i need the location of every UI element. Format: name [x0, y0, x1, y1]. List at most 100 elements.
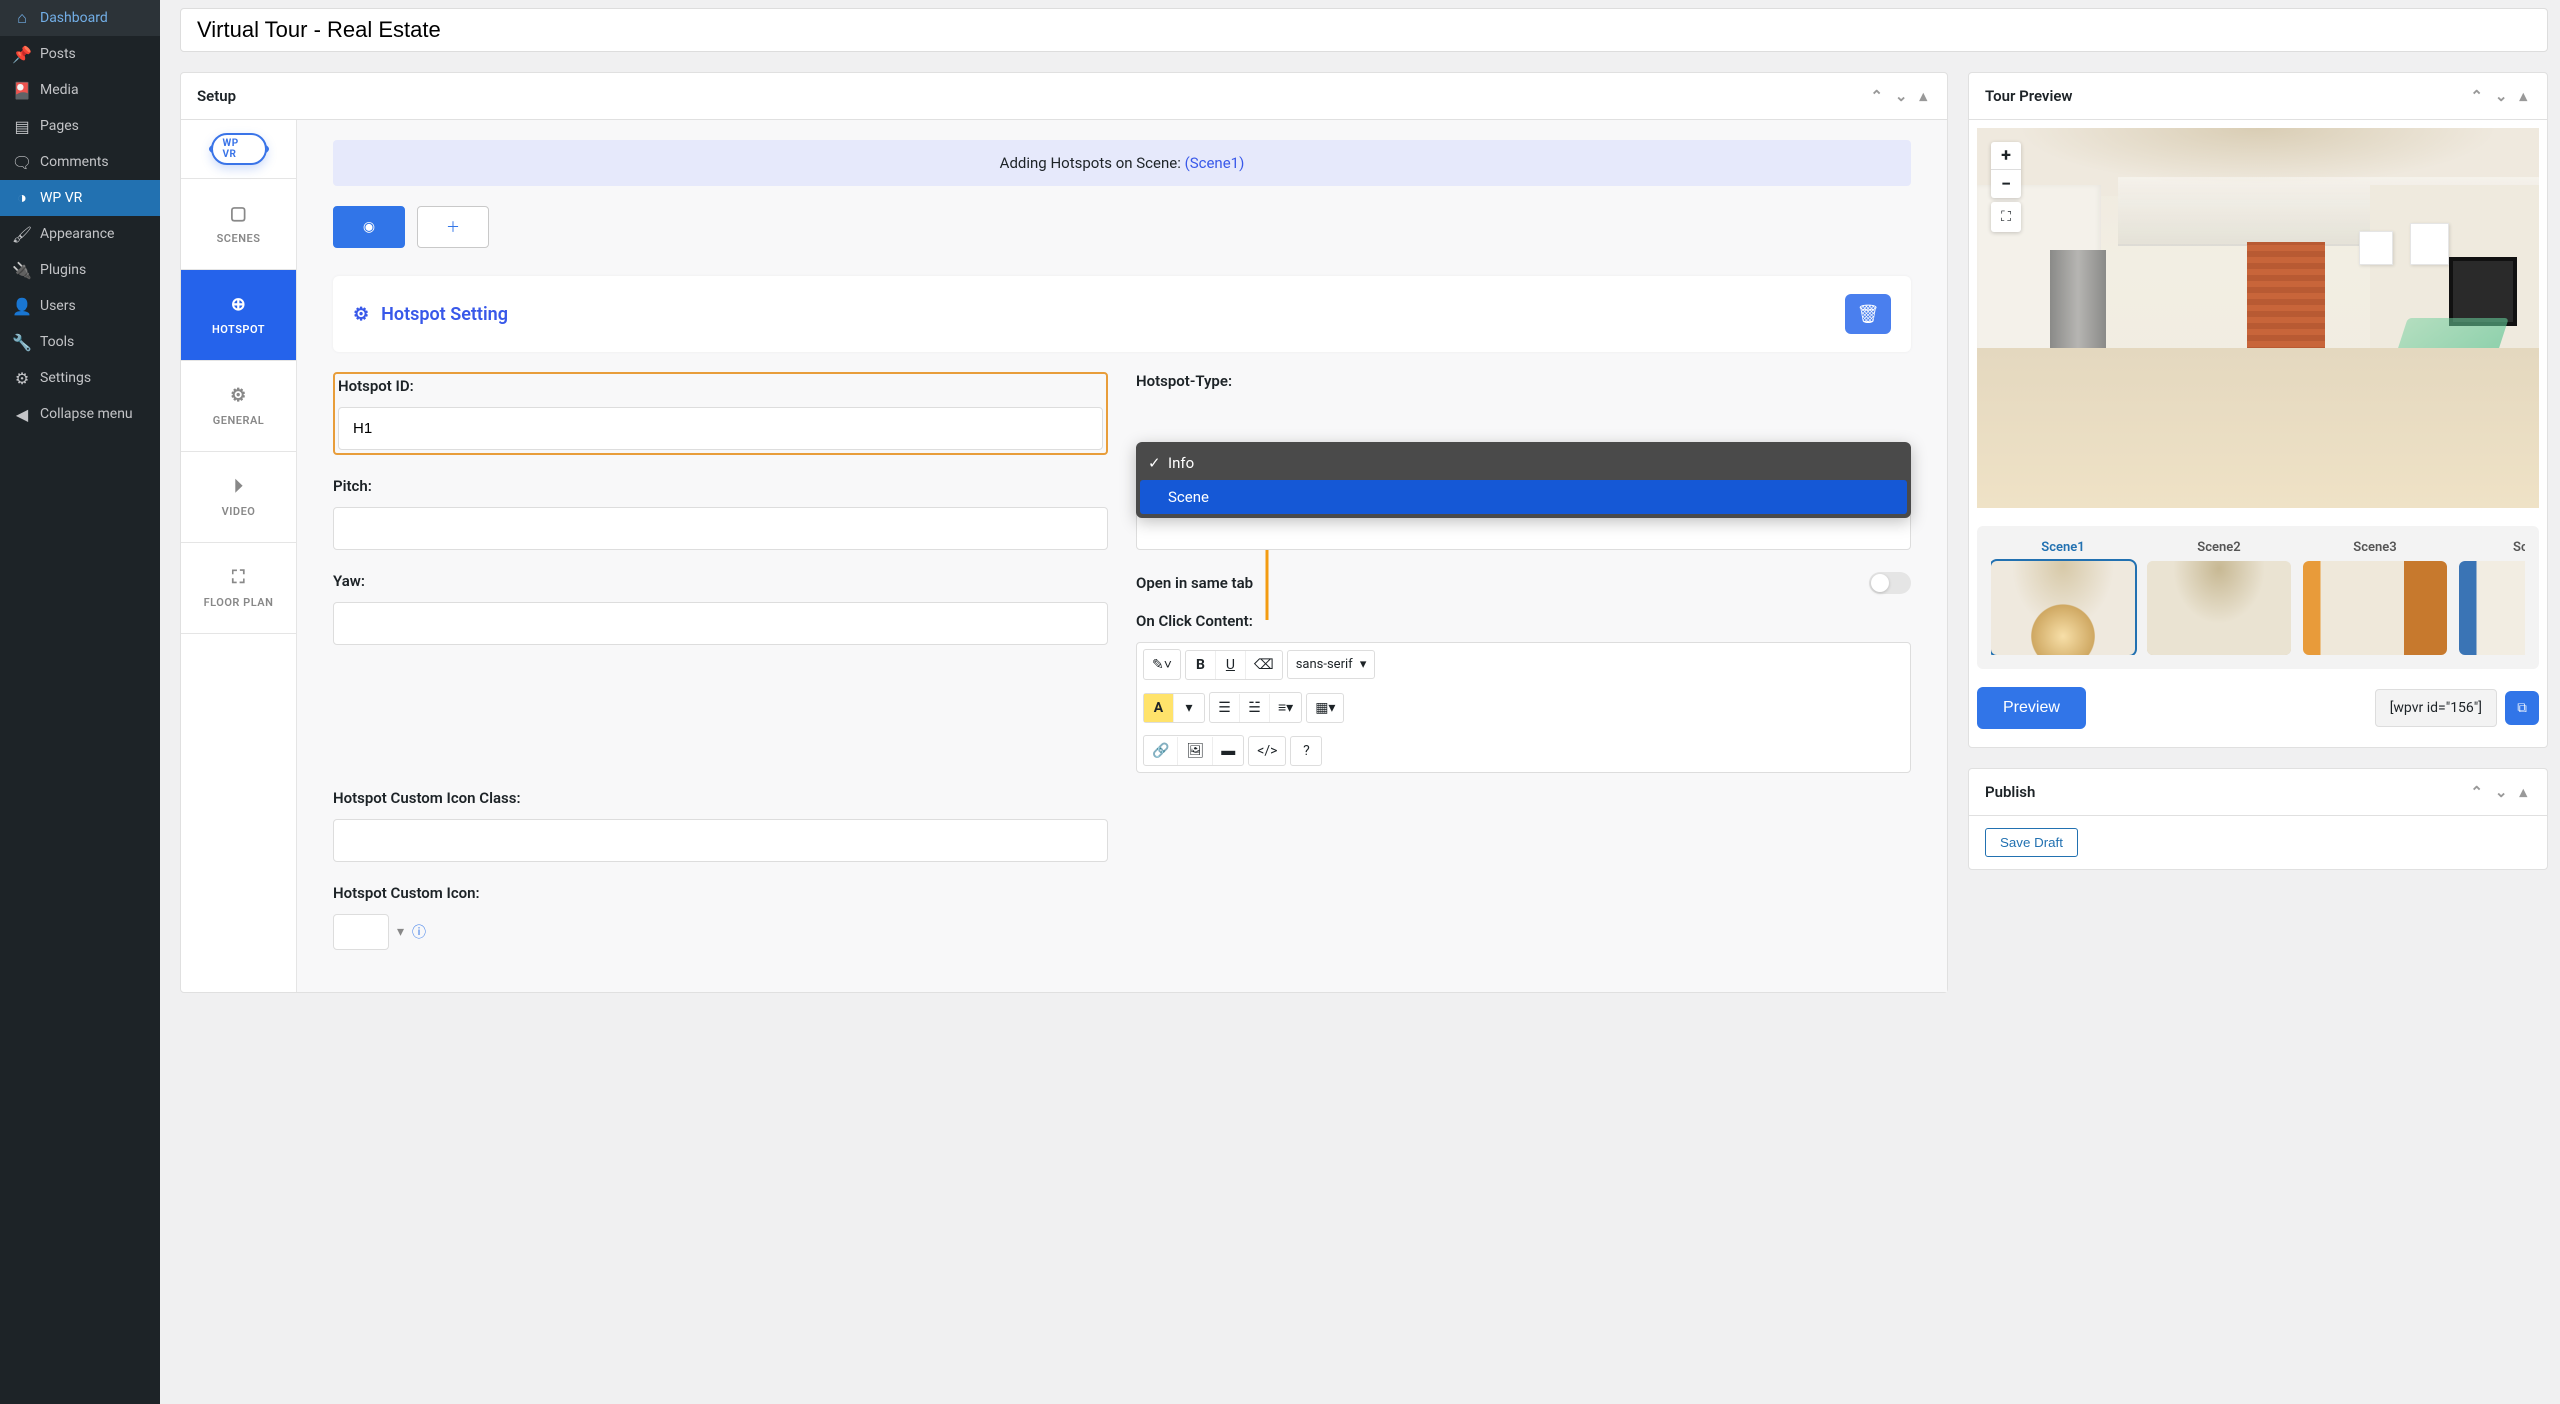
panel-up-icon[interactable]: ⌃: [2466, 85, 2487, 107]
panel-down-icon[interactable]: ⌄: [1891, 85, 1912, 107]
hotspot-type-label: Hotspot-Type:: [1136, 372, 1911, 390]
rich-text-editor: ✎˅ B U ⌫ sans-serif ▾: [1136, 642, 1911, 773]
panel-down-icon[interactable]: ⌄: [2491, 781, 2512, 803]
hotspot-id-label: Hotspot ID:: [338, 377, 1103, 395]
code-button[interactable]: </>: [1249, 737, 1285, 765]
nav-plugins[interactable]: 🔌Plugins: [0, 252, 160, 288]
zoom-in-button[interactable]: +: [1991, 142, 2021, 170]
zoom-out-button[interactable]: −: [1991, 170, 2021, 198]
panorama-viewer[interactable]: + − ⛶: [1977, 128, 2539, 508]
panel-toggle-icon[interactable]: ▴: [2515, 85, 2531, 107]
pitch-input[interactable]: [333, 507, 1108, 550]
copy-shortcode-button[interactable]: ⧉: [2505, 691, 2539, 725]
tour-preview-title: Tour Preview: [1985, 87, 2072, 105]
user-icon: 👤: [12, 296, 32, 316]
scene-banner: Adding Hotspots on Scene: (Scene1): [333, 140, 1911, 186]
delete-hotspot-button[interactable]: 🗑: [1845, 294, 1891, 334]
collapse-icon: ◀: [12, 404, 32, 424]
dropdown-option-info[interactable]: Info: [1140, 446, 1907, 480]
scene-thumb-3[interactable]: Scene3: [2303, 540, 2447, 655]
nav-users[interactable]: 👤Users: [0, 288, 160, 324]
tab-scenes[interactable]: ▢ SCENES: [181, 179, 296, 270]
pin-icon: 📌: [12, 44, 32, 64]
comments-icon: 🗨: [12, 152, 32, 172]
gear-icon: ⚙: [12, 368, 32, 388]
info-icon[interactable]: ⓘ: [412, 922, 426, 942]
scene-thumb-1[interactable]: Scene1: [1991, 540, 2135, 655]
panel-down-icon[interactable]: ⌄: [2491, 85, 2512, 107]
open-same-tab-toggle[interactable]: [1869, 572, 1911, 594]
scene-label: Scene1: [1991, 540, 2135, 555]
nav-comments[interactable]: 🗨Comments: [0, 144, 160, 180]
nav-label: WP VR: [40, 190, 82, 206]
align-button[interactable]: ≡▾: [1270, 693, 1301, 722]
nav-tools[interactable]: 🔧Tools: [0, 324, 160, 360]
tab-label: FLOOR PLAN: [204, 596, 274, 609]
tab-general[interactable]: ⚙ GENERAL: [181, 361, 296, 452]
zoom-controls: + −: [1991, 142, 2021, 198]
wp-admin-sidebar: ⌂Dashboard 📌 Posts 🎴Media ▤Pages 🗨Comment…: [0, 0, 160, 1404]
nav-posts[interactable]: 📌 Posts: [0, 36, 160, 72]
nav-dashboard[interactable]: ⌂Dashboard: [0, 0, 160, 36]
banner-scene-link[interactable]: (Scene1): [1185, 154, 1245, 172]
nav-settings[interactable]: ⚙Settings: [0, 360, 160, 396]
nav-media[interactable]: 🎴Media: [0, 72, 160, 108]
embed-button[interactable]: ▬: [1213, 736, 1243, 765]
magic-icon[interactable]: ✎˅: [1144, 650, 1180, 679]
add-hotspot-tab[interactable]: ＋: [417, 206, 489, 248]
ul-button[interactable]: ☰: [1210, 694, 1240, 722]
map-icon: ⛶: [232, 567, 245, 588]
icon-class-input[interactable]: [333, 819, 1108, 862]
preview-button[interactable]: Preview: [1977, 687, 2086, 729]
image-button[interactable]: 🖼: [1178, 737, 1213, 765]
nav-wpvr[interactable]: ◑WP VR: [0, 180, 160, 216]
ol-button[interactable]: ☱: [1240, 694, 1270, 722]
nav-collapse[interactable]: ◀Collapse menu: [0, 396, 160, 432]
nav-label: Media: [40, 82, 79, 98]
custom-icon-preview: [333, 914, 389, 950]
brush-icon: 🖌: [12, 224, 32, 244]
tab-floorplan[interactable]: ⛶ FLOOR PLAN: [181, 543, 296, 634]
fullscreen-button[interactable]: ⛶: [1991, 202, 2021, 232]
hotspot-1-tab[interactable]: ◉: [333, 206, 405, 248]
hotspot-id-input[interactable]: [338, 407, 1103, 450]
nav-pages[interactable]: ▤Pages: [0, 108, 160, 144]
dropdown-option-scene[interactable]: Scene: [1140, 480, 1907, 514]
underline-button[interactable]: U: [1216, 651, 1246, 679]
nav-label: Dashboard: [40, 10, 108, 26]
nav-appearance[interactable]: 🖌 Appearance: [0, 216, 160, 252]
image-icon: ▢: [230, 203, 248, 224]
yaw-input[interactable]: [333, 602, 1108, 645]
panel-up-icon[interactable]: ⌃: [1866, 85, 1887, 107]
help-button[interactable]: ?: [1291, 737, 1321, 765]
panel-toggle-icon[interactable]: ▴: [1915, 85, 1931, 107]
open-same-tab-label: Open in same tab: [1136, 574, 1253, 592]
panel-toggle-icon[interactable]: ▴: [2515, 781, 2531, 803]
chevron-down-icon[interactable]: ▾: [397, 924, 404, 940]
save-draft-button[interactable]: Save Draft: [1985, 828, 2078, 857]
text-color-more[interactable]: ▾: [1174, 694, 1204, 722]
bold-button[interactable]: B: [1186, 651, 1216, 679]
text-color-button[interactable]: A: [1144, 694, 1174, 722]
panel-up-icon[interactable]: ⌃: [2466, 781, 2487, 803]
tab-video[interactable]: ⏵ VIDEO: [181, 452, 296, 543]
nav-label: Posts: [40, 46, 76, 62]
setup-panel-title: Setup: [197, 87, 236, 105]
scene-thumb-2[interactable]: Scene2: [2147, 540, 2291, 655]
font-family-select[interactable]: sans-serif ▾: [1288, 651, 1375, 678]
erase-button[interactable]: ⌫: [1246, 651, 1282, 679]
link-button[interactable]: 🔗: [1144, 737, 1178, 765]
gear-icon: ⚙: [353, 304, 369, 325]
setup-panel: Setup ⌃ ⌄ ▴ WP VR: [180, 72, 1948, 993]
nav-label: Appearance: [40, 226, 114, 242]
tab-label: SCENES: [217, 232, 261, 245]
table-button[interactable]: ▦▾: [1307, 694, 1343, 722]
on-click-label: On Click Content:: [1136, 612, 1911, 630]
scene-thumb-4[interactable]: Scene: [2459, 540, 2525, 655]
tour-title-input[interactable]: [180, 8, 2548, 52]
setup-tab-rail: WP VR ▢ SCENES ⊕ HOTSPOT ⚙: [181, 120, 297, 992]
nav-label: Pages: [40, 118, 79, 134]
tab-hotspot[interactable]: ⊕ HOTSPOT: [181, 270, 296, 361]
yaw-label: Yaw:: [333, 572, 1108, 590]
wrench-icon: 🔧: [12, 332, 32, 352]
